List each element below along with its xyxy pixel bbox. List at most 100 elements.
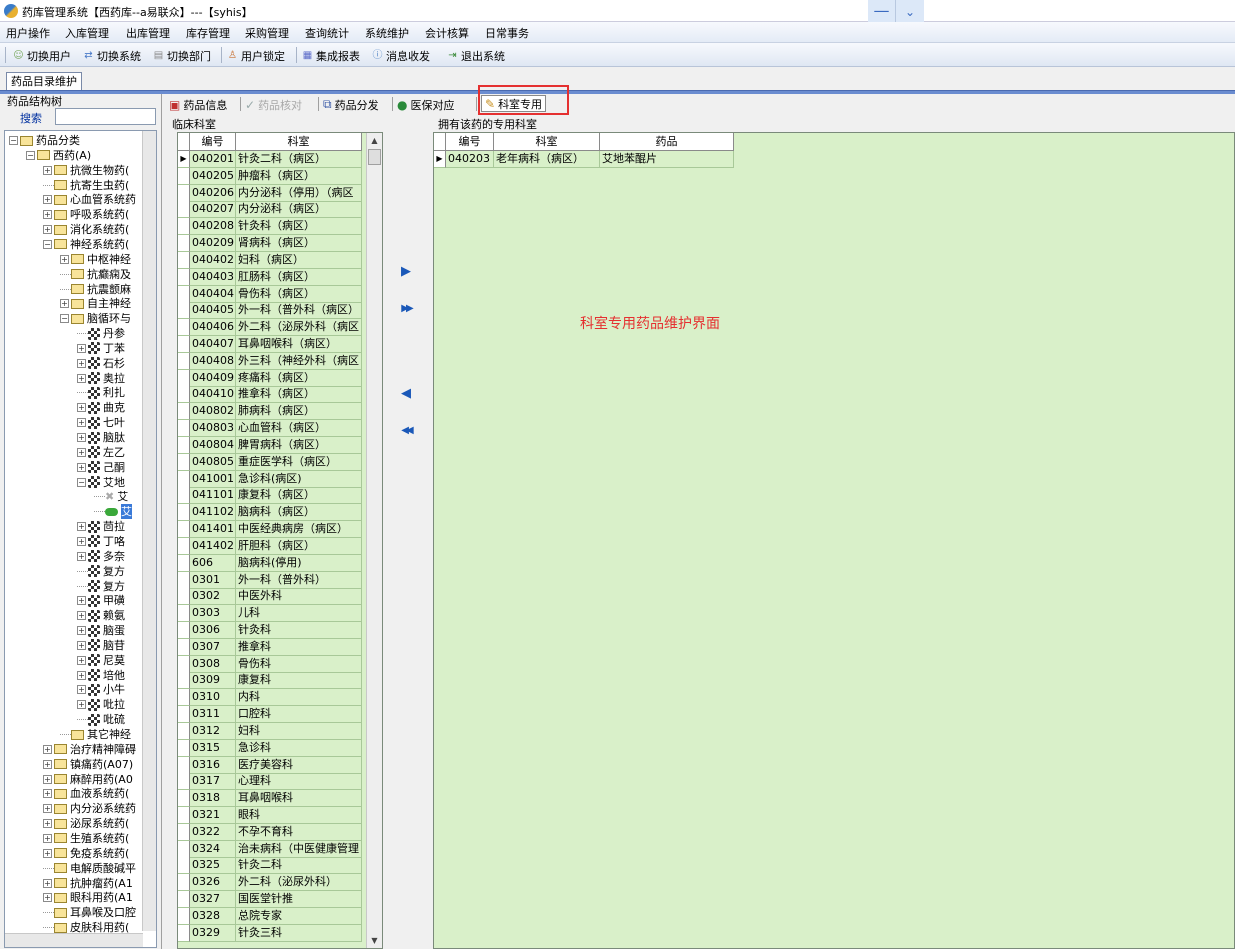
row-indicator[interactable] bbox=[178, 201, 190, 219]
menu-6[interactable]: 系统维护 bbox=[365, 25, 409, 41]
row-indicator[interactable] bbox=[178, 184, 190, 202]
tree-node[interactable]: 复方 bbox=[77, 564, 125, 579]
table-cell[interactable]: 0329 bbox=[190, 924, 236, 942]
table-cell[interactable]: 妇科（病区） bbox=[236, 251, 362, 269]
expand-icon[interactable]: + bbox=[77, 685, 86, 695]
remove-one-button[interactable]: ◀ bbox=[397, 387, 415, 401]
table-cell[interactable]: 推拿科（病区） bbox=[236, 386, 362, 404]
table-cell[interactable]: 肝胆科（病区） bbox=[236, 537, 362, 555]
tree-horizontal-scrollbar[interactable] bbox=[5, 933, 143, 947]
table-cell[interactable]: 总院专家 bbox=[236, 907, 362, 925]
tree-node[interactable]: + 吡拉 bbox=[77, 697, 125, 712]
tree-node[interactable]: ✖ 艾 bbox=[94, 489, 128, 504]
row-indicator[interactable] bbox=[178, 487, 190, 505]
row-indicator[interactable] bbox=[178, 453, 190, 471]
table-cell[interactable]: 肾病科（病区） bbox=[236, 235, 362, 253]
expand-icon[interactable]: + bbox=[77, 373, 86, 383]
table-cell[interactable]: 骨伤科（病区） bbox=[236, 285, 362, 303]
scroll-up-arrow-icon[interactable]: ▲ bbox=[367, 133, 382, 148]
expand-icon[interactable]: + bbox=[43, 210, 52, 220]
tree-node[interactable]: + 麻醉用药(A0 bbox=[43, 772, 133, 787]
table-cell[interactable]: 040208 bbox=[190, 218, 236, 236]
subtab-1[interactable]: ✓ 药品核对 bbox=[245, 96, 302, 113]
row-indicator[interactable] bbox=[178, 436, 190, 454]
table-cell[interactable]: 针灸二科 bbox=[236, 857, 362, 875]
row-indicator[interactable] bbox=[178, 655, 190, 673]
table-cell[interactable]: 0309 bbox=[190, 672, 236, 690]
table-cell[interactable]: 针灸科（病区） bbox=[236, 218, 362, 236]
table-cell[interactable]: 老年病科（病区） bbox=[494, 151, 600, 168]
expand-icon[interactable]: + bbox=[77, 447, 86, 457]
tree-node[interactable]: − 药品分类 bbox=[9, 133, 80, 148]
collapse-icon[interactable]: − bbox=[60, 314, 69, 324]
table-cell[interactable]: 040408 bbox=[190, 352, 236, 370]
toolbar-button-5[interactable]: ⓘ 消息收发 bbox=[371, 47, 431, 64]
tree-node[interactable]: + 己酮 bbox=[77, 460, 125, 475]
table-cell[interactable]: 耳鼻咽喉科（病区） bbox=[236, 336, 362, 354]
expand-icon[interactable]: + bbox=[77, 596, 86, 606]
table-cell[interactable]: 606 bbox=[190, 554, 236, 572]
row-indicator[interactable] bbox=[178, 319, 190, 337]
table-cell[interactable]: 041401 bbox=[190, 521, 236, 539]
table-cell[interactable]: 推拿科 bbox=[236, 638, 362, 656]
row-indicator[interactable] bbox=[178, 907, 190, 925]
subtab-2[interactable]: ⧉ 药品分发 bbox=[323, 96, 379, 113]
row-indicator[interactable] bbox=[178, 302, 190, 320]
minimize-button[interactable]: — bbox=[868, 0, 896, 24]
tree-node[interactable]: − 神经系统药( bbox=[43, 237, 129, 252]
tree-node[interactable]: + 泌尿系统药( bbox=[43, 816, 129, 831]
table-cell[interactable]: 0306 bbox=[190, 621, 236, 639]
table-cell[interactable]: 外三科（神经外科（病区 bbox=[236, 352, 362, 370]
tree-node[interactable]: + 脑苷 bbox=[77, 638, 125, 653]
row-indicator[interactable] bbox=[178, 806, 190, 824]
row-indicator[interactable] bbox=[178, 924, 190, 942]
expand-icon[interactable]: + bbox=[77, 418, 86, 428]
table-cell[interactable]: 040410 bbox=[190, 386, 236, 404]
tree-node[interactable]: + 呼吸系统药( bbox=[43, 207, 129, 222]
tree-node[interactable]: + 脑肽 bbox=[77, 430, 125, 445]
tree-node[interactable]: − 艾地 bbox=[77, 475, 125, 490]
tree-node[interactable]: + 左乙 bbox=[77, 445, 125, 460]
tree-node[interactable]: + 生殖系统药( bbox=[43, 831, 129, 846]
grid-header[interactable]: 科室 bbox=[236, 133, 362, 151]
table-cell[interactable]: 0311 bbox=[190, 706, 236, 724]
toolbar-button-6[interactable]: ⇥ 退出系统 bbox=[446, 47, 505, 64]
table-cell[interactable]: 0315 bbox=[190, 739, 236, 757]
table-cell[interactable]: 0327 bbox=[190, 891, 236, 909]
table-cell[interactable]: 0302 bbox=[190, 588, 236, 606]
expand-icon[interactable]: + bbox=[77, 403, 86, 413]
expand-icon[interactable]: + bbox=[43, 225, 52, 235]
row-indicator[interactable] bbox=[178, 167, 190, 185]
tree-node[interactable]: + 免疫系统药( bbox=[43, 846, 129, 861]
expand-icon[interactable]: + bbox=[43, 848, 52, 858]
tree-node[interactable]: + 赖氨 bbox=[77, 608, 125, 623]
table-cell[interactable]: 040207 bbox=[190, 201, 236, 219]
row-indicator[interactable] bbox=[178, 621, 190, 639]
tree-node[interactable]: 电解质酸碱平 bbox=[43, 861, 136, 876]
tree-node[interactable]: + 尼莫 bbox=[77, 653, 125, 668]
menu-3[interactable]: 库存管理 bbox=[186, 25, 230, 41]
table-cell[interactable]: 040203 bbox=[446, 151, 494, 168]
table-cell[interactable]: 0310 bbox=[190, 689, 236, 707]
menu-5[interactable]: 查询统计 bbox=[305, 25, 349, 41]
row-indicator[interactable] bbox=[178, 588, 190, 606]
table-cell[interactable]: 040405 bbox=[190, 302, 236, 320]
expand-icon[interactable]: + bbox=[77, 670, 86, 680]
tree-node[interactable]: + 抗微生物药( bbox=[43, 163, 129, 178]
table-cell[interactable]: 0321 bbox=[190, 806, 236, 824]
table-cell[interactable]: 0317 bbox=[190, 773, 236, 791]
row-indicator[interactable] bbox=[178, 756, 190, 774]
add-one-button[interactable]: ▶ bbox=[397, 265, 415, 279]
row-indicator[interactable] bbox=[178, 605, 190, 623]
toolbar-button-0[interactable]: ☺ 切换用户 bbox=[12, 47, 71, 64]
row-indicator[interactable] bbox=[178, 790, 190, 808]
tree-node[interactable]: + 脑蛋 bbox=[77, 623, 125, 638]
row-indicator[interactable] bbox=[178, 285, 190, 303]
menu-0[interactable]: 用户操作 bbox=[6, 25, 50, 41]
table-cell[interactable]: 内分泌科（病区） bbox=[236, 201, 362, 219]
expand-icon[interactable]: + bbox=[77, 700, 86, 710]
row-indicator[interactable] bbox=[178, 857, 190, 875]
table-cell[interactable]: 040804 bbox=[190, 436, 236, 454]
table-cell[interactable]: 骨伤科 bbox=[236, 655, 362, 673]
table-cell[interactable]: 040404 bbox=[190, 285, 236, 303]
